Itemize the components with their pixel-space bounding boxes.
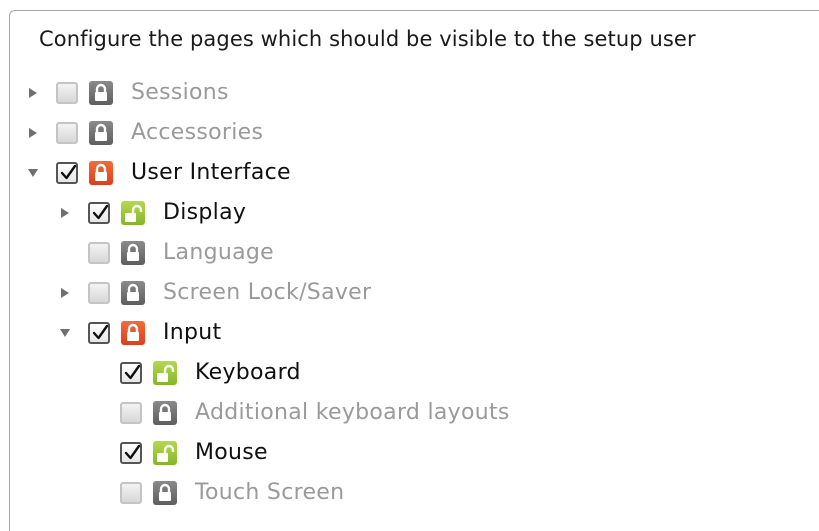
checkbox-accessories[interactable] xyxy=(56,122,78,144)
checkbox-sessions[interactable] xyxy=(56,82,78,104)
lock-icon[interactable] xyxy=(89,161,113,185)
checkbox-mouse[interactable] xyxy=(120,442,142,464)
unlock-icon[interactable] xyxy=(153,361,177,385)
tree-row-touch-screen[interactable]: Touch Screen xyxy=(0,473,819,513)
unlock-icon[interactable] xyxy=(121,201,145,225)
pages-tree: Sessions Accessories User Interface Display… xyxy=(0,73,819,513)
expander-collapsed-icon[interactable] xyxy=(26,86,40,100)
lock-icon[interactable] xyxy=(153,401,177,425)
lock-icon[interactable] xyxy=(89,121,113,145)
tree-row-display[interactable]: Display xyxy=(0,193,819,233)
lock-icon[interactable] xyxy=(121,321,145,345)
expander-collapsed-icon[interactable] xyxy=(58,206,72,220)
lock-icon[interactable] xyxy=(121,281,145,305)
tree-row-input[interactable]: Input xyxy=(0,313,819,353)
lock-icon[interactable] xyxy=(121,241,145,265)
checkbox-additional-keyboard-layouts[interactable] xyxy=(120,402,142,424)
checkbox-screen-lock-saver[interactable] xyxy=(88,282,110,304)
unlock-icon[interactable] xyxy=(153,441,177,465)
tree-row-additional-keyboard-layouts[interactable]: Additional keyboard layouts xyxy=(0,393,819,433)
tree-item-label: Mouse xyxy=(195,440,268,465)
checkbox-keyboard[interactable] xyxy=(120,362,142,384)
checkbox-touch-screen[interactable] xyxy=(120,482,142,504)
panel-description: Configure the pages which should be visi… xyxy=(39,27,696,51)
tree-row-mouse[interactable]: Mouse xyxy=(0,433,819,473)
lock-icon[interactable] xyxy=(153,481,177,505)
checkbox-user-interface[interactable] xyxy=(56,162,78,184)
tree-row-language[interactable]: Language xyxy=(0,233,819,273)
expander-collapsed-icon[interactable] xyxy=(26,126,40,140)
expander-collapsed-icon[interactable] xyxy=(58,286,72,300)
tree-row-screen-lock-saver[interactable]: Screen Lock/Saver xyxy=(0,273,819,313)
tree-item-label: Input xyxy=(163,320,222,345)
expander-expanded-icon[interactable] xyxy=(58,326,72,340)
tree-item-label: Accessories xyxy=(131,120,264,145)
tree-item-label: Additional keyboard layouts xyxy=(195,400,510,425)
tree-item-label: User Interface xyxy=(131,160,291,185)
tree-row-user-interface[interactable]: User Interface xyxy=(0,153,819,193)
checkbox-display[interactable] xyxy=(88,202,110,224)
tree-row-keyboard[interactable]: Keyboard xyxy=(0,353,819,393)
tree-row-sessions[interactable]: Sessions xyxy=(0,73,819,113)
tree-item-label: Language xyxy=(163,240,274,265)
tree-item-label: Sessions xyxy=(131,80,229,105)
expander-expanded-icon[interactable] xyxy=(26,166,40,180)
tree-item-label: Keyboard xyxy=(195,360,301,385)
tree-row-accessories[interactable]: Accessories xyxy=(0,113,819,153)
checkbox-language[interactable] xyxy=(88,242,110,264)
lock-icon[interactable] xyxy=(89,81,113,105)
tree-item-label: Screen Lock/Saver xyxy=(163,280,372,305)
checkbox-input[interactable] xyxy=(88,322,110,344)
tree-item-label: Display xyxy=(163,200,247,225)
tree-item-label: Touch Screen xyxy=(195,480,345,505)
